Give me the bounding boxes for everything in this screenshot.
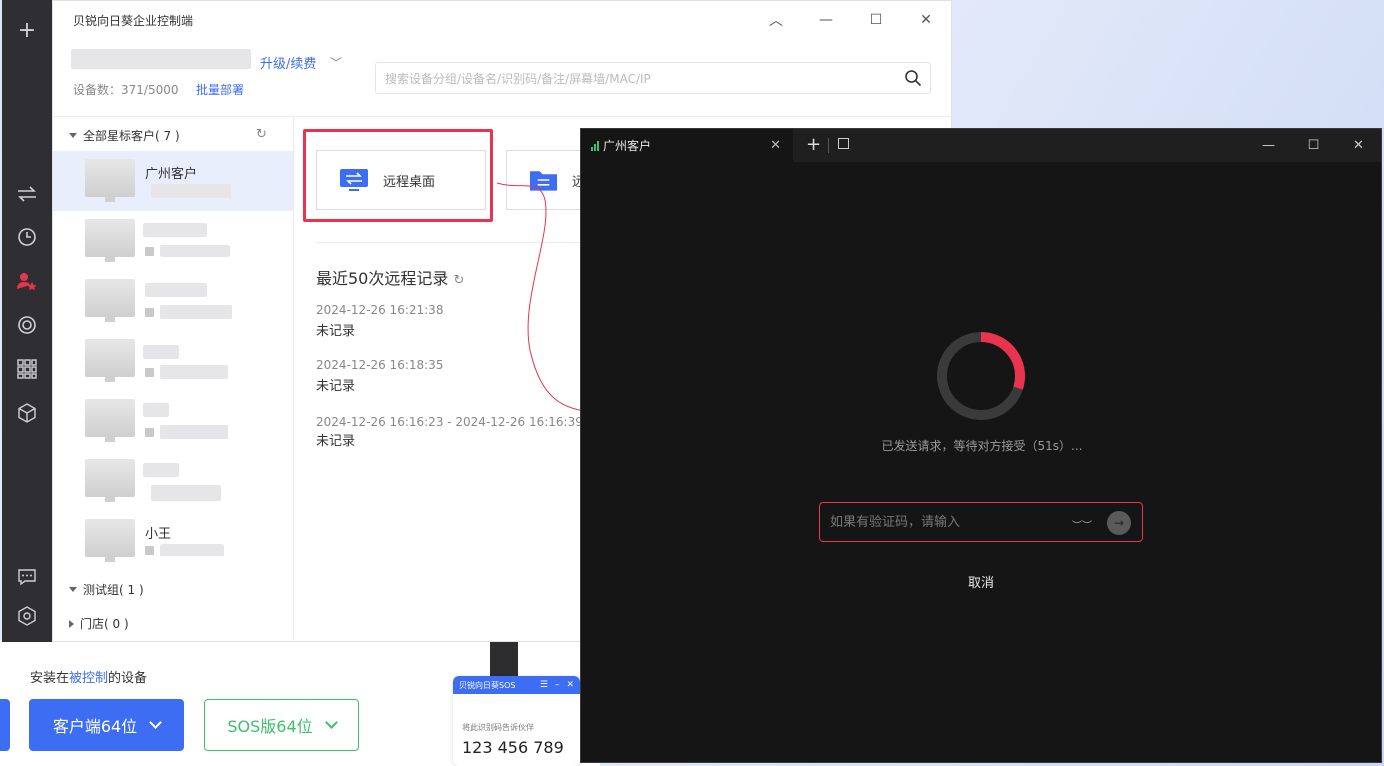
device-count: 设备数：371/5000 [73,83,179,97]
search-icon[interactable] [904,69,922,87]
verification-code-input[interactable] [830,512,1050,532]
maximize-button[interactable]: ☐ [851,1,901,39]
install-text: 安装在被控制的设备 [30,671,148,686]
search-box[interactable]: 搜索设备分组/设备名/识别码/备注/屏幕墙/MAC/IP [375,62,931,94]
signal-icon [591,140,599,151]
chevron-down-icon [324,716,338,729]
close-icon[interactable]: ✕ [566,680,574,690]
record-value: 未记录 [316,324,356,339]
record-time: 2024-12-26 16:18:35 [316,358,444,372]
chevron-down-icon [149,716,163,729]
app-sidebar: + [2,0,52,642]
folder-icon [529,171,558,191]
apps-grid-icon[interactable] [2,355,52,383]
sos-title: 贝锐向日葵SOS [459,680,516,690]
device-tree: 全部星标客户( 7 ) ↻ 广州客户 小王 测试组(1) 门店(0) [53,117,294,642]
verification-code-box[interactable]: ︶︶ → [819,502,1143,542]
device-item[interactable] [53,331,293,391]
window-title: 贝锐向日葵企业控制端 [73,13,194,28]
chevron-down-icon[interactable]: ﹀ [330,54,342,71]
multi-window-icon[interactable] [838,138,849,149]
remote-connection-window: 广州客户 ✕ + — ☐ ✕ 已发送请求，等待对方接受（51s）... ︶︶ →… [580,128,1382,763]
sos-64-download-button[interactable]: SOS版64位 [204,699,359,751]
add-tab-icon[interactable]: + [806,134,821,155]
message-icon[interactable] [2,563,52,591]
upgrade-link[interactable]: 升级/续费 [260,53,316,72]
remote-support-icon[interactable] [2,311,52,339]
minimize-button[interactable]: — [1246,129,1291,162]
monitor-icon [85,219,135,262]
record-time: 2024-12-26 16:21:38 [316,303,444,317]
sos-hint: 将此识别码告诉伙伴 [462,723,534,732]
starred-clients-icon[interactable] [2,267,52,295]
sos-code: 123 456 789 [462,738,564,757]
record-time: 2024-12-26 16:16:23 - 2024-12-26 16:16:3… [316,415,599,429]
account-name-blurred [71,49,251,69]
hide-password-icon[interactable]: ︶︶ [1072,517,1092,532]
menu-icon[interactable]: ☰ [540,680,548,690]
group-test[interactable]: 测试组( 1 ) [69,581,144,598]
cube-icon[interactable] [2,399,52,427]
windows-icon [145,427,154,437]
device-item[interactable]: 小王 [53,511,293,571]
add-icon[interactable]: + [2,16,52,44]
group-store[interactable]: 门店( 0 ) [69,615,129,632]
windows-icon [145,307,154,317]
close-tab-icon[interactable]: ✕ [770,138,781,153]
monitor-icon [85,459,135,502]
device-item[interactable] [53,451,293,511]
windows-icon [145,246,154,256]
tab-separator [828,138,829,153]
remote-control-icon[interactable] [2,180,52,208]
history-clock-icon[interactable] [2,223,52,251]
monitor-icon [85,339,135,382]
group-starred[interactable]: 全部星标客户( 7 ) [69,127,180,144]
remote-file-card[interactable]: 远 [506,150,586,210]
record-value: 未记录 [316,434,356,449]
device-item[interactable] [53,211,293,271]
batch-deploy-link[interactable]: 批量部署 [196,81,244,98]
settings-icon[interactable] [2,602,52,630]
maximize-button[interactable]: ☐ [1291,129,1336,162]
client-64-download-button[interactable]: 客户端64位 [29,699,184,751]
windows-icon [145,367,154,377]
recent-records-title: 最近50次远程记录 ↻ [316,269,465,288]
refresh-icon[interactable]: ↻ [256,127,267,142]
remote-tab-title: 广州客户 [603,139,652,153]
close-button[interactable]: ✕ [1336,129,1381,162]
minimize-button[interactable]: — [801,1,851,39]
device-item[interactable] [53,391,293,451]
collapse-icon[interactable]: ︿ [751,1,801,39]
device-item[interactable]: 广州客户 [53,151,293,211]
record-value: 未记录 [316,379,356,394]
section-divider [316,242,596,243]
waiting-status-text: 已发送请求，等待对方接受（51s）... [881,439,1083,453]
monitor-icon [85,399,135,442]
minimize-icon[interactable]: – [555,680,560,690]
search-placeholder: 搜索设备分组/设备名/识别码/备注/屏幕墙/MAC/IP [385,71,651,86]
refresh-icon[interactable]: ↻ [453,273,464,288]
highlight-box [303,129,493,222]
sos-widget: 贝锐向日葵SOS ☰ – ✕ 将此识别码告诉伙伴 123 456 789 [453,676,580,766]
background-sidebar-fragment [490,640,518,676]
monitor-icon [85,159,135,202]
close-button[interactable]: ✕ [901,1,951,39]
cancel-button[interactable]: 取消 [951,572,1011,591]
submit-arrow-button[interactable]: → [1107,511,1131,535]
expand-icon [69,133,77,138]
device-item[interactable] [53,271,293,331]
monitor-icon [85,519,135,562]
collapse-arrow-icon [69,619,74,628]
title-bar: 贝锐向日葵企业控制端 ︿ — ☐ ✕ [53,1,951,39]
monitor-icon [85,279,135,322]
loading-spinner [937,332,1025,420]
remote-tab-bar: 广州客户 ✕ + — ☐ ✕ [581,129,1381,162]
remote-tab[interactable]: 广州客户 ✕ [581,129,793,162]
windows-icon [145,545,154,555]
partial-download-button[interactable] [0,699,10,751]
expand-icon [69,587,77,592]
